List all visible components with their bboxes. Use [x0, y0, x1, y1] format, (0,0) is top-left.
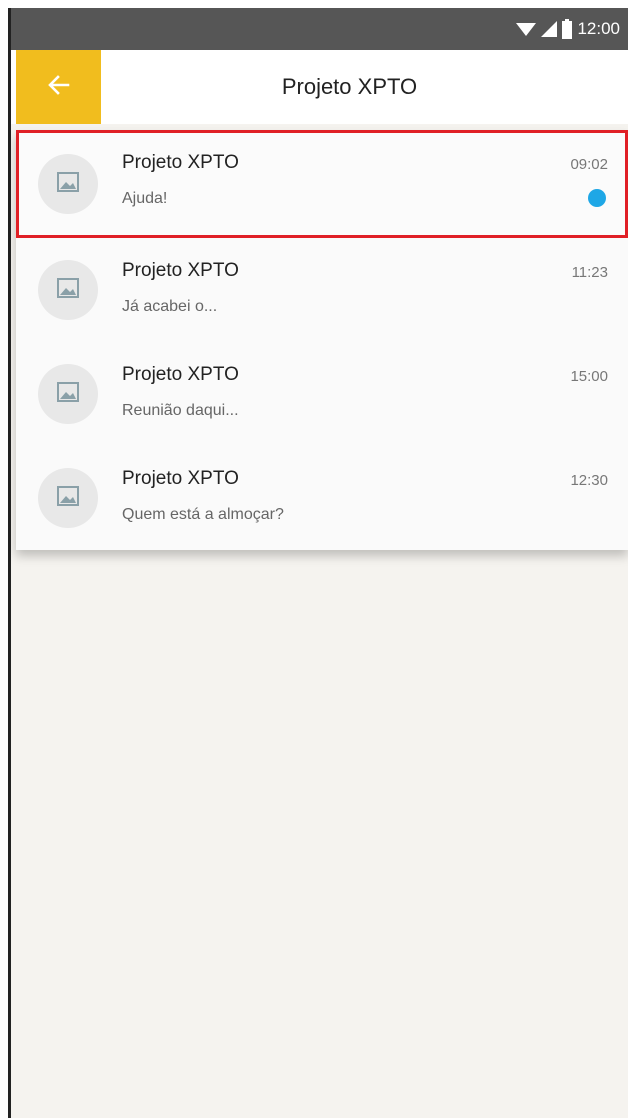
chat-preview: Reunião daqui... [122, 402, 239, 419]
image-placeholder-icon [57, 171, 79, 197]
chat-list-item[interactable]: Projeto XPTO Já acabei o... 11:23 [16, 238, 628, 342]
app-bar: Projeto XPTO [11, 50, 628, 124]
signal-icon [541, 21, 558, 37]
chat-time: 09:02 [570, 156, 608, 173]
chat-time: 15:00 [570, 368, 608, 385]
wifi-icon [516, 21, 537, 37]
chat-preview: Ajuda! [122, 190, 168, 207]
chat-list-item[interactable]: Projeto XPTO Reunião daqui... 15:00 [16, 342, 628, 446]
image-placeholder-icon [57, 277, 79, 303]
chat-name: Projeto XPTO [122, 468, 239, 489]
chat-name: Projeto XPTO [122, 152, 239, 173]
page-title: Projeto XPTO [281, 74, 418, 99]
chat-time: 11:23 [571, 264, 608, 281]
image-placeholder-icon [57, 381, 79, 407]
chat-list-item[interactable]: Projeto XPTO Ajuda! 09:02 [16, 130, 628, 238]
device-screen: 12:00 Projeto XPTO Projeto XPTO Ajuda! 0… [8, 8, 628, 1118]
battery-icon [562, 19, 573, 39]
avatar [38, 364, 98, 424]
chat-time: 12:30 [570, 472, 608, 489]
chat-preview: Já acabei o... [122, 298, 218, 315]
chat-list-item[interactable]: Projeto XPTO Quem está a almoçar? 12:30 [16, 446, 628, 550]
status-time: 12:00 [577, 19, 620, 38]
avatar [38, 468, 98, 528]
avatar [38, 154, 98, 214]
avatar [38, 260, 98, 320]
unread-indicator [588, 189, 606, 207]
chat-name: Projeto XPTO [122, 260, 239, 281]
arrow-left-icon [46, 72, 72, 103]
back-button[interactable] [16, 50, 101, 124]
chat-preview: Quem está a almoçar? [122, 506, 284, 523]
image-placeholder-icon [57, 485, 79, 511]
chat-name: Projeto XPTO [122, 364, 239, 385]
status-bar: 12:00 [11, 8, 628, 50]
chat-list: Projeto XPTO Ajuda! 09:02 Projeto XPTO J… [16, 130, 628, 550]
